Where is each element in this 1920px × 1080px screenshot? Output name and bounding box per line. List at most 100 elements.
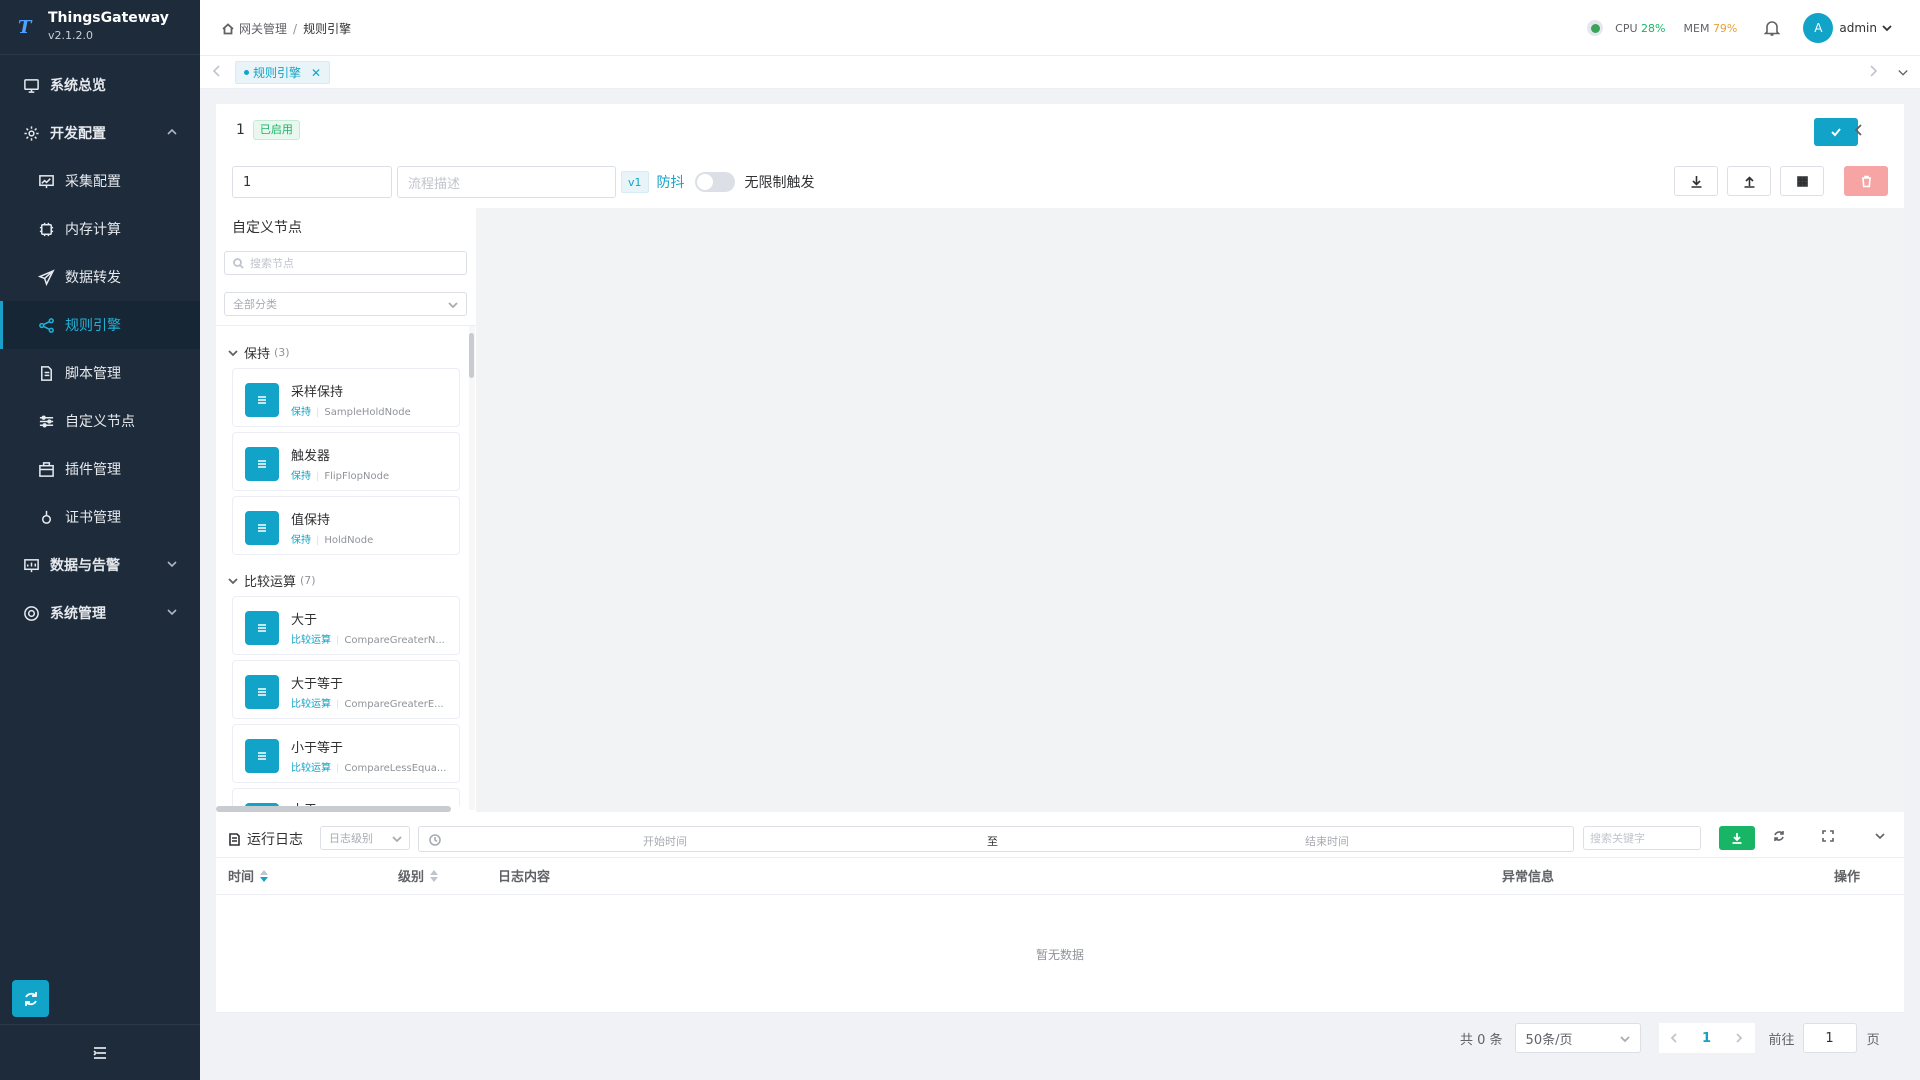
column-header-actions: 操作	[1834, 866, 1860, 885]
node-panel-scrollbar[interactable]	[469, 326, 475, 810]
grid-button[interactable]	[1780, 166, 1824, 196]
brand[interactable]: T ThingsGateway v2.1.2.0	[0, 0, 200, 55]
start-time-input[interactable]: 开始时间	[643, 833, 687, 849]
current-page[interactable]: 1	[1702, 1031, 1711, 1046]
sort-icon[interactable]	[260, 869, 269, 882]
close-icon[interactable]: ✕	[311, 66, 321, 80]
collapse-sidebar-button[interactable]	[0, 1024, 200, 1080]
download-button[interactable]	[1674, 166, 1718, 196]
sidebar-item-system[interactable]: 系统管理	[0, 589, 200, 637]
delete-button[interactable]	[1844, 166, 1888, 196]
app-name: ThingsGateway	[48, 10, 169, 26]
sidebar-item-scripts[interactable]: 脚本管理	[0, 349, 200, 397]
node-group-compare[interactable]: 比较运算 (7)	[228, 571, 316, 590]
column-label: 级别	[398, 870, 425, 885]
breadcrumb-item-current: 规则引擎	[303, 22, 352, 36]
tab-rule-engine[interactable]: 规则引擎 ✕	[235, 61, 331, 84]
chevron-down-icon	[166, 606, 178, 618]
node-panel-title: 自定义节点	[232, 220, 302, 236]
debounce-label[interactable]: 防抖	[657, 172, 685, 192]
breadcrumb-item[interactable]: 网关管理	[239, 20, 287, 37]
upload-button[interactable]	[1727, 166, 1771, 196]
node-group-hold[interactable]: 保持 (3)	[228, 343, 290, 362]
category-select-value: 全部分类	[233, 298, 277, 311]
sidebar-item-label: 规则引擎	[65, 318, 121, 334]
tab-scroll-left-icon[interactable]	[212, 65, 224, 79]
export-log-button[interactable]	[1719, 826, 1755, 850]
category-select[interactable]: 全部分类	[224, 292, 467, 316]
column-header-level[interactable]: 级别	[398, 866, 439, 885]
node-type: SampleHoldNode	[324, 407, 411, 418]
sidebar-item-certificates[interactable]: 证书管理	[0, 493, 200, 541]
goto-page-input[interactable]: 1	[1802, 1023, 1857, 1053]
status-badge: 已启用	[252, 120, 300, 140]
node-card[interactable]: 触发器 保持 | FlipFlopNode	[232, 432, 460, 491]
sidebar-item-data-alarm[interactable]: 数据与告警	[0, 541, 200, 589]
unlimited-trigger-toggle[interactable]	[694, 172, 735, 192]
node-card[interactable]: 大于 比较运算 | CompareGreaterN...	[232, 596, 460, 655]
collapse-button[interactable]	[1854, 124, 1868, 138]
node-category: 保持	[291, 535, 311, 546]
sidebar-item-memory[interactable]: 内存计算	[0, 205, 200, 253]
page-size-select[interactable]: 50条/页	[1514, 1023, 1641, 1053]
end-time-input[interactable]: 结束时间	[1305, 833, 1349, 849]
sort-icon[interactable]	[430, 869, 439, 882]
group-count: (3)	[274, 346, 290, 359]
sidebar-item-label: 数据转发	[65, 270, 121, 286]
gear-icon	[22, 124, 40, 142]
node-card[interactable]: 大于等于 比较运算 | CompareGreaterE...	[232, 660, 460, 719]
tab-menu-chevron-icon[interactable]	[1898, 67, 1910, 81]
sidebar-item-overview[interactable]: 系统总览	[0, 61, 200, 109]
collapse-log-button[interactable]	[1874, 830, 1888, 844]
notification-bell-icon[interactable]	[1763, 19, 1781, 37]
flow-description-input[interactable]: 流程描述	[397, 166, 616, 198]
save-button[interactable]	[1814, 118, 1858, 146]
node-name: 值保持	[291, 513, 331, 528]
flow-name-input[interactable]: 1	[232, 166, 392, 198]
avatar[interactable]: A	[1803, 13, 1834, 43]
sidebar-item-plugins[interactable]: 插件管理	[0, 445, 200, 493]
prev-page-icon[interactable]	[1670, 1033, 1679, 1043]
node-card[interactable]: 小于等于 比较运算 | CompareLessEqua...	[232, 724, 460, 783]
page-size-value: 50条/页	[1525, 1032, 1573, 1048]
node-type: FlipFlopNode	[324, 471, 390, 482]
chevron-left-icon	[1854, 124, 1862, 136]
chip-icon	[37, 220, 55, 238]
sidebar-item-custom-nodes[interactable]: 自定义节点	[0, 397, 200, 445]
user-name[interactable]: admin	[1839, 21, 1877, 35]
download-icon	[1732, 833, 1742, 844]
flow-canvas[interactable]	[476, 208, 1904, 812]
refresh-button[interactable]	[12, 980, 49, 1017]
sidebar-item-forward[interactable]: 数据转发	[0, 253, 200, 301]
node-panel-horizontal-scrollbar[interactable]	[216, 806, 451, 812]
node-sliders-icon	[245, 611, 279, 645]
node-card[interactable]: 采样保持 保持 | SampleHoldNode	[232, 368, 460, 427]
next-page-icon[interactable]	[1734, 1033, 1743, 1043]
sidebar-item-rule-engine[interactable]: 规则引擎	[0, 301, 200, 349]
sidebar-item-label: 脚本管理	[65, 366, 121, 382]
node-sliders-icon	[245, 383, 279, 417]
log-keyword-input[interactable]: 搜索关键字	[1583, 826, 1701, 850]
fullscreen-button[interactable]	[1822, 830, 1836, 844]
sidebar-item-dev-config[interactable]: 开发配置	[0, 109, 200, 157]
chevron-down-icon[interactable]	[1882, 23, 1892, 33]
column-header-time[interactable]: 时间	[228, 866, 269, 885]
time-range-picker[interactable]: 开始时间 至 结束时间	[418, 826, 1574, 852]
node-card[interactable]: 值保持 保持 | HoldNode	[232, 496, 460, 555]
log-level-select[interactable]: 日志级别	[320, 826, 410, 850]
mem-value: 79%	[1712, 21, 1738, 35]
table-header-divider	[216, 894, 1904, 895]
mem-label: MEM	[1683, 21, 1710, 35]
range-separator: 至	[987, 835, 998, 848]
log-level-placeholder: 日志级别	[329, 832, 373, 845]
node-type: CompareGreaterE...	[344, 699, 444, 710]
column-label: 异常信息	[1502, 870, 1555, 885]
breadcrumb-separator: /	[293, 21, 298, 36]
refresh-log-button[interactable]	[1773, 830, 1787, 844]
node-card-partial[interactable]: 小于	[232, 788, 460, 806]
node-search-input[interactable]: 搜索节点	[224, 251, 467, 275]
mem-usage: MEM 79%	[1684, 22, 1738, 35]
node-name: 采样保持	[291, 385, 344, 400]
sidebar-item-collection[interactable]: 采集配置	[0, 157, 200, 205]
tab-scroll-right-icon[interactable]	[1868, 65, 1880, 79]
